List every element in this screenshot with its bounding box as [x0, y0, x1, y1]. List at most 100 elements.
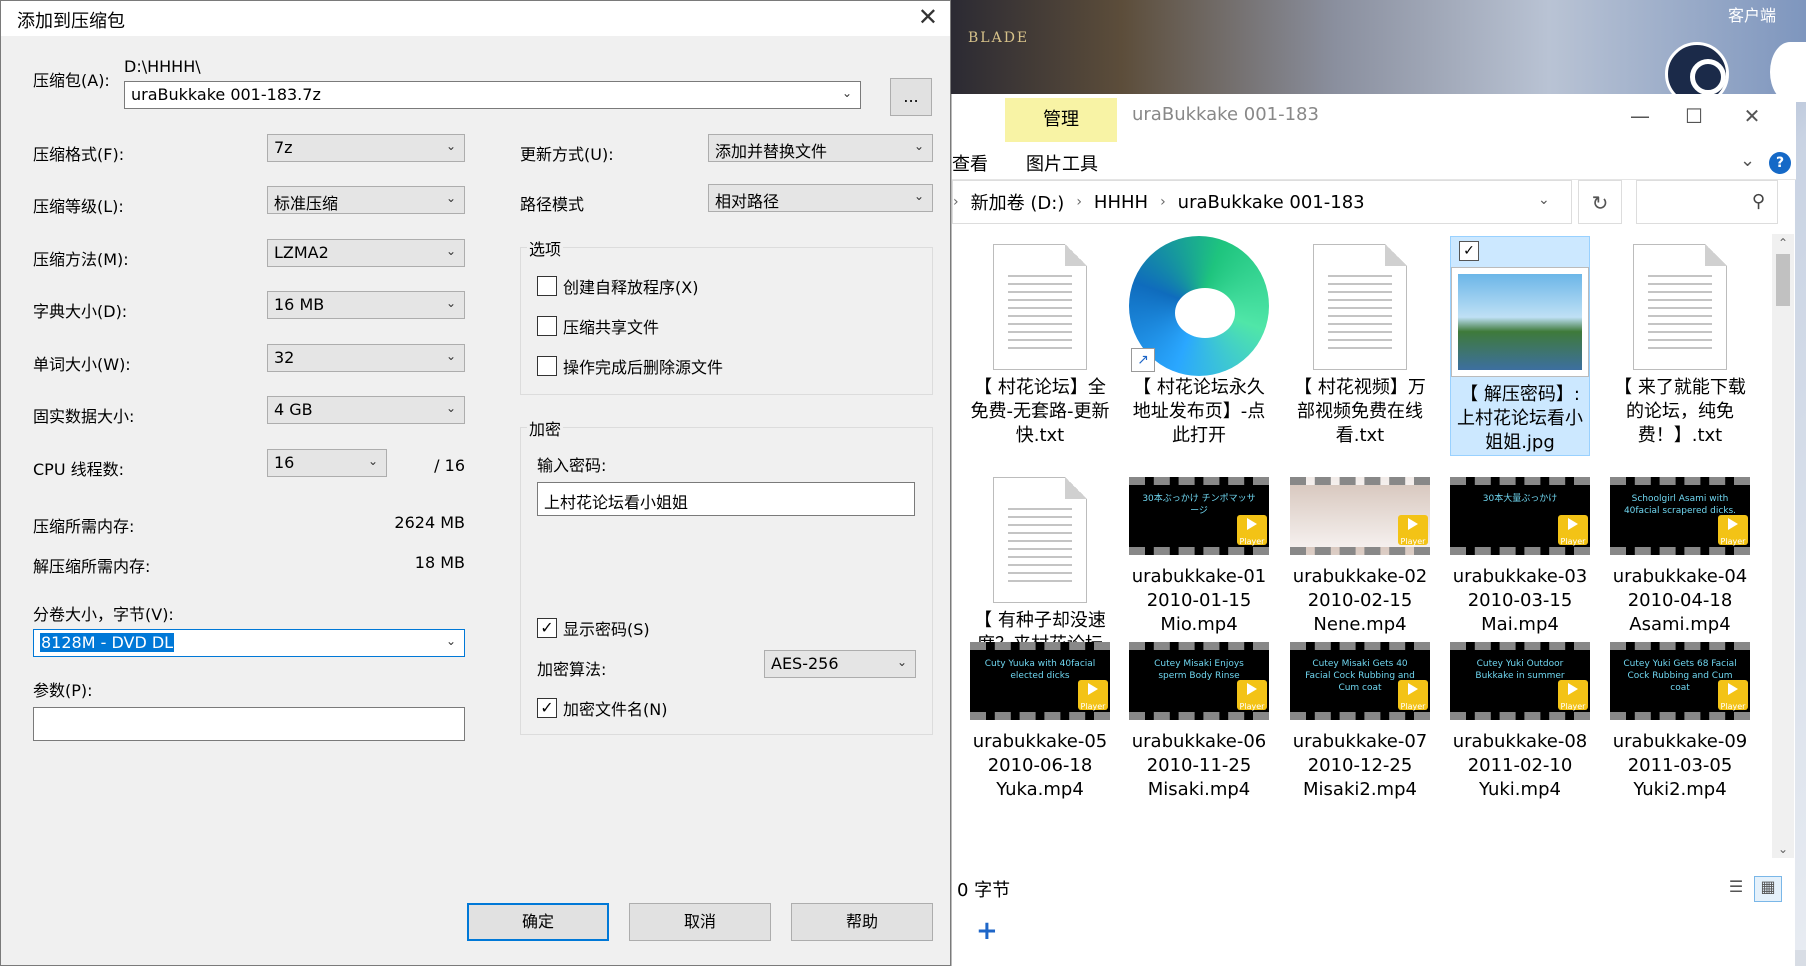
encryption-title: 加密 [527, 416, 564, 440]
file-explorer-window: 管理 uraBukkake 001-183 — ☐ ✕ 查看 图片工具 ⌄ ? … [951, 94, 1796, 966]
mp4-file-item[interactable]: Cutey Yuki Gets 68 Facial Cock Rubbing a… [1610, 634, 1750, 802]
cancel-button[interactable]: 取消 [629, 903, 771, 941]
video-thumbnail: Schoolgirl Asami with 40facial scrapered… [1610, 477, 1750, 555]
txt-file-item[interactable]: 【 来了就能下载的论坛，纯免费！】.txt [1610, 236, 1750, 448]
solid-block-value: 4 GB [274, 400, 313, 419]
level-value: 标准压缩 [274, 194, 339, 213]
chevron-down-icon: ⌄ [445, 296, 456, 310]
scroll-up-icon[interactable]: ⌃ [1772, 236, 1794, 250]
file-name: urabukkake-05 2010-06-18 Yuka.mp4 [972, 731, 1108, 800]
breadcrumb[interactable]: › 新加卷 (D:) › HHHH › uraBukkake 001-183 [952, 180, 1572, 224]
close-icon[interactable]: ✕ [1734, 102, 1770, 130]
close-icon[interactable]: ✕ [918, 3, 938, 31]
scroll-down-icon[interactable]: ⌄ [1772, 842, 1794, 856]
mp4-file-item[interactable]: Player urabukkake-02 2010-02-15 Nene.mp4 [1290, 469, 1430, 637]
text-file-icon [993, 477, 1087, 603]
chevron-down-icon[interactable]: ⌄ [1740, 150, 1755, 171]
checkmark-icon: ✓ [537, 698, 557, 718]
plus-icon[interactable]: + [976, 916, 998, 946]
maximize-icon[interactable]: ☐ [1676, 102, 1712, 130]
sfx-checkbox[interactable]: 创建自释放程序(X) [537, 274, 698, 298]
dictionary-select[interactable]: 16 MB ⌄ [267, 291, 465, 319]
player-icon: Player [1078, 680, 1108, 711]
vertical-scrollbar[interactable]: ⌃ ⌄ [1772, 234, 1794, 858]
mp4-file-item[interactable]: Cutey Misaki Enjoys sperm Body Rinse Play… [1129, 634, 1269, 802]
cpu-threads-select[interactable]: 16 ⌄ [267, 449, 387, 477]
search-input[interactable]: ⚲ [1636, 180, 1778, 224]
ok-button[interactable]: 确定 [467, 903, 609, 941]
breadcrumb-folder[interactable]: HHHH [1094, 192, 1148, 213]
large-icons-view-icon[interactable]: ▦ [1754, 876, 1782, 902]
chevron-down-icon: ⌄ [445, 401, 456, 415]
show-password-checkbox[interactable]: ✓ 显示密码(S) [537, 616, 650, 640]
delete-after-checkbox[interactable]: 操作完成后删除源文件 [537, 354, 723, 378]
password-input[interactable]: 上村花论坛看小姐姐 [537, 482, 915, 516]
status-size-text: 0 字节 [957, 880, 1011, 901]
checkbox-box [537, 276, 557, 296]
file-name: urabukkake-03 2010-03-15 Mai.mp4 [1452, 566, 1588, 635]
player-icon: Player [1398, 680, 1428, 711]
path-mode-select[interactable]: 相对路径 ⌄ [708, 184, 933, 212]
video-thumbnail: 30本大量ぶっかけ Player [1450, 477, 1590, 555]
txt-file-item[interactable]: 【 村花视频】万部视频免费在线看.txt [1290, 236, 1430, 448]
browse-button[interactable]: ... [890, 78, 932, 116]
image-thumbnail [1451, 267, 1589, 377]
method-select[interactable]: LZMA2 ⌄ [267, 239, 465, 267]
format-value: 7z [274, 138, 293, 157]
desktop-app-icon[interactable] [1770, 42, 1806, 102]
player-icon: Player [1718, 680, 1748, 711]
mp4-file-item[interactable]: Cuty Yuuka with 40facial elected dicks Pl… [970, 634, 1110, 802]
file-name: urabukkake-08 2011-02-10 Yuki.mp4 [1452, 731, 1588, 800]
chevron-down-icon: ⌄ [913, 139, 924, 153]
split-volume-combo[interactable]: 8128M - DVD DL ⌄ [33, 629, 465, 657]
player-icon: Player [1398, 515, 1428, 546]
txt-file-item[interactable]: 【 村花论坛】全免费-无套路-更新快.txt [970, 236, 1110, 448]
player-icon: Player [1558, 515, 1588, 546]
mp4-file-item[interactable]: Schoolgirl Asami with 40facial scrapered… [1610, 469, 1750, 637]
tab-picture-tools[interactable]: 图片工具 [1026, 150, 1098, 176]
help-button[interactable]: 帮助 [791, 903, 933, 941]
manage-tab[interactable]: 管理 [1005, 98, 1117, 142]
player-icon: Player [1237, 680, 1267, 711]
archive-label: 压缩包(A): [33, 71, 110, 90]
update-mode-select[interactable]: 添加并替换文件 ⌄ [708, 134, 933, 162]
split-volume-label: 分卷大小，字节(V): [33, 605, 174, 624]
chevron-right-icon: › [953, 194, 959, 210]
encryption-method-select[interactable]: AES-256 ⌄ [764, 650, 916, 678]
mp4-file-item[interactable]: Cutey Misaki Gets 40 Facial Cock Rubbing… [1290, 634, 1430, 802]
minimize-icon[interactable]: — [1622, 102, 1658, 130]
item-checkbox[interactable]: ✓ [1459, 241, 1479, 261]
wallpaper-text: BLADE [968, 30, 1030, 46]
video-thumbnail: 30本ぶっかけ チンポマッサージ Player [1129, 477, 1269, 555]
word-size-label: 单词大小(W): [33, 355, 131, 374]
parameters-input[interactable] [33, 707, 465, 741]
refresh-icon[interactable]: ↻ [1578, 180, 1622, 224]
decompress-memory-value: 18 MB [414, 553, 465, 572]
breadcrumb-drive[interactable]: 新加卷 (D:) [971, 189, 1065, 215]
parameters-label: 参数(P): [33, 681, 93, 700]
chevron-down-icon[interactable]: ⌄ [1538, 192, 1550, 208]
mp4-file-item[interactable]: Cutey Yuki Outdoor Bukkake in summer Play… [1450, 634, 1590, 802]
format-select[interactable]: 7z ⌄ [267, 134, 465, 162]
mp4-file-item[interactable]: 30本ぶっかけ チンポマッサージ Player urabukkake-01 2010… [1129, 469, 1269, 637]
shared-files-checkbox[interactable]: 压缩共享文件 [537, 314, 659, 338]
search-icon: ⚲ [1751, 191, 1765, 212]
details-view-icon[interactable]: ☰ [1722, 876, 1750, 902]
desktop-shortcut-label[interactable]: 客户端 [1728, 2, 1776, 26]
word-size-select[interactable]: 32 ⌄ [267, 344, 465, 372]
help-icon[interactable]: ? [1769, 152, 1791, 174]
encrypt-names-checkbox[interactable]: ✓ 加密文件名(N) [537, 696, 667, 720]
archive-name-combo[interactable]: uraBukkake 001-183.7z ⌄ [124, 81, 861, 109]
file-name: 【 村花视频】万部视频免费在线看.txt [1294, 377, 1426, 446]
delete-after-label: 操作完成后删除源文件 [563, 358, 724, 377]
chevron-right-icon: › [1076, 194, 1082, 210]
tab-view[interactable]: 查看 [952, 150, 988, 176]
solid-block-select[interactable]: 4 GB ⌄ [267, 396, 465, 424]
level-select[interactable]: 标准压缩 ⌄ [267, 186, 465, 214]
file-list: 【 村花论坛】全免费-无套路-更新快.txt ↗ 【 村花论坛永久地址发布页】-点此… [952, 234, 1772, 854]
mp4-file-item[interactable]: 30本大量ぶっかけ Player urabukkake-03 2010-03-15 … [1450, 469, 1590, 637]
scroll-thumb[interactable] [1776, 254, 1790, 306]
breadcrumb-current[interactable]: uraBukkake 001-183 [1178, 192, 1365, 213]
jpg-file-item[interactable]: ✓ 【 解压密码】: 上村花论坛看小姐姐.jpg [1450, 236, 1590, 456]
edge-file-item[interactable]: ↗ 【 村花论坛永久地址发布页】-点此打开 [1129, 236, 1269, 448]
